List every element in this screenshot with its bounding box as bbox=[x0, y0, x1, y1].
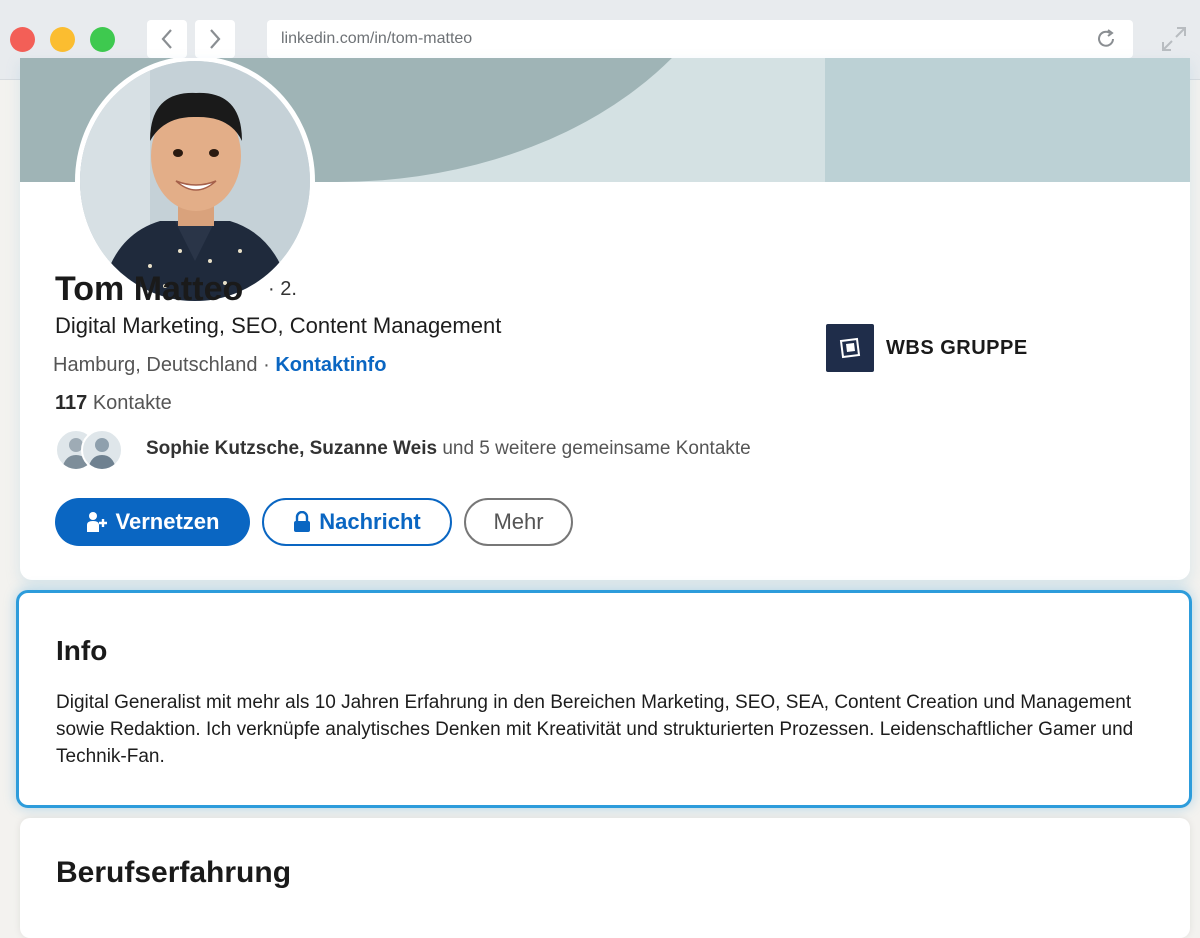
profile-headline: Digital Marketing, SEO, Content Manageme… bbox=[55, 313, 502, 338]
contacts-label: Kontakte bbox=[87, 392, 172, 414]
info-section: Info Digital Generalist mit mehr als 10 … bbox=[16, 590, 1192, 808]
connection-degree: · 2. bbox=[268, 278, 297, 300]
person-icon bbox=[88, 438, 116, 469]
avatar bbox=[81, 429, 123, 471]
url-text: linkedin.com/in/tom-matteo bbox=[281, 30, 473, 47]
back-button[interactable] bbox=[147, 20, 187, 58]
location-text: Hamburg, Deutschland bbox=[53, 354, 258, 376]
add-person-icon bbox=[86, 512, 107, 532]
reload-icon[interactable] bbox=[1095, 28, 1117, 50]
experience-title: Berufserfahrung bbox=[56, 856, 292, 889]
location-separator: · bbox=[257, 354, 276, 376]
mutual-connection-avatars[interactable] bbox=[55, 429, 125, 471]
more-label: Mehr bbox=[493, 509, 544, 534]
company-logo-icon bbox=[839, 337, 861, 359]
connect-button[interactable]: Vernetzen bbox=[55, 498, 250, 546]
profile-location: Hamburg, Deutschland · Kontaktinfo bbox=[53, 354, 386, 377]
minimize-window-button[interactable] bbox=[50, 27, 75, 52]
company-logo[interactable] bbox=[826, 324, 874, 372]
chevron-left-icon bbox=[161, 29, 172, 49]
message-label: Nachricht bbox=[319, 509, 421, 534]
mutual-connections-text[interactable]: Sophie Kutzsche, Suzanne Weis und 5 weit… bbox=[146, 438, 751, 460]
lock-icon bbox=[294, 511, 311, 532]
chevron-right-icon bbox=[210, 29, 221, 49]
contacts-number: 117 bbox=[55, 392, 88, 414]
more-button[interactable]: Mehr bbox=[464, 498, 573, 546]
message-button[interactable]: Nachricht bbox=[262, 498, 452, 546]
info-title: Info bbox=[56, 635, 108, 666]
contact-info-link[interactable]: Kontaktinfo bbox=[275, 354, 386, 376]
experience-section: Berufserfahrung bbox=[20, 818, 1190, 938]
mutual-names: Sophie Kutzsche, Suzanne Weis bbox=[146, 438, 438, 459]
contacts-count[interactable]: 117 Kontakte bbox=[55, 392, 172, 415]
mutual-rest: und 5 weitere gemeinsame Kontakte bbox=[437, 438, 751, 459]
forward-button[interactable] bbox=[195, 20, 235, 58]
maximize-window-button[interactable] bbox=[90, 27, 115, 52]
connect-label: Vernetzen bbox=[115, 509, 220, 534]
fullscreen-icon[interactable] bbox=[1160, 25, 1188, 53]
close-window-button[interactable] bbox=[10, 27, 35, 52]
info-text: Digital Generalist mit mehr als 10 Jahre… bbox=[56, 692, 1134, 767]
address-bar[interactable]: linkedin.com/in/tom-matteo bbox=[267, 20, 1133, 58]
profile-name: Tom Matteo bbox=[55, 270, 244, 308]
company-name[interactable]: WBS GRUPPE bbox=[886, 337, 1028, 360]
person-photo-icon bbox=[80, 61, 310, 301]
